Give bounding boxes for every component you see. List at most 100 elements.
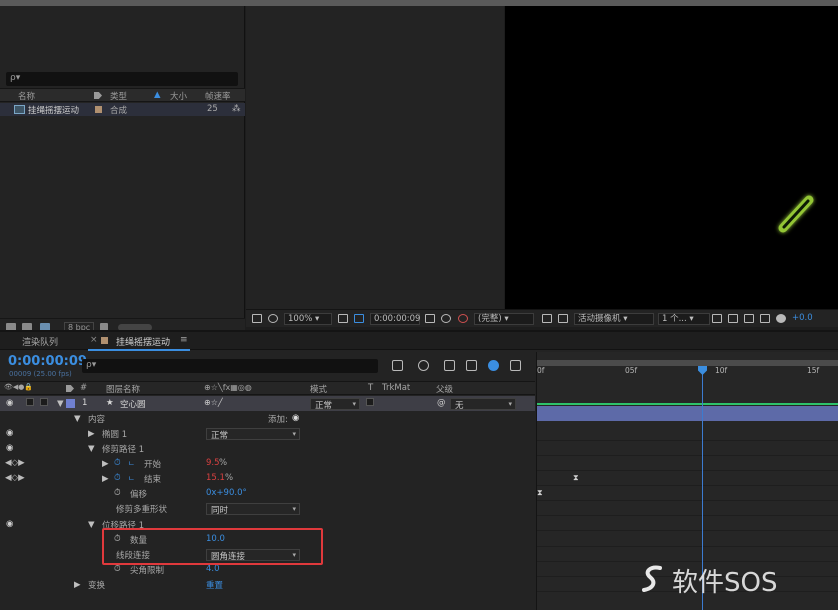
work-area-bar[interactable]: [537, 360, 838, 366]
shy-layers-icon[interactable]: [444, 360, 455, 371]
label-color-swatch[interactable]: [95, 106, 102, 113]
magnification-icon[interactable]: [252, 314, 262, 323]
project-search-input[interactable]: ρ▾: [6, 72, 238, 86]
pickwhip-icon[interactable]: @: [437, 398, 446, 408]
resolution-select[interactable]: (完整) ▾: [474, 313, 534, 325]
reset-exposure-icon[interactable]: [776, 314, 786, 323]
stopwatch-icon[interactable]: ⏱: [114, 564, 121, 574]
tab-render-queue[interactable]: 渲染队列: [22, 335, 58, 348]
trim-multiple-row[interactable]: 修剪多重形状 同时 ▾: [0, 501, 535, 516]
parent-select[interactable]: 无 ▾: [450, 398, 516, 411]
miter-limit-value[interactable]: 4.0: [206, 564, 220, 574]
expand-triangle-icon[interactable]: ▼: [74, 414, 81, 424]
show-snapshot-icon[interactable]: [441, 314, 451, 323]
current-time-indicator[interactable]: [698, 366, 707, 375]
visibility-eye-icon[interactable]: ◉: [6, 398, 13, 408]
layer-name[interactable]: 空心圆: [120, 398, 146, 410]
views-select[interactable]: 1 个... ▾: [658, 313, 710, 325]
keyframe-navigator-icon[interactable]: ◀◇▶: [5, 458, 25, 468]
switches-icons[interactable]: ⊕☆╲fx▦◎◍: [204, 383, 252, 392]
motion-blur-icon[interactable]: [488, 360, 499, 371]
timeline-icon[interactable]: [744, 314, 754, 323]
grid-icon[interactable]: [338, 314, 348, 323]
solo-switch[interactable]: [40, 398, 48, 406]
blend-mode-select[interactable]: 正常 ▾: [310, 398, 360, 411]
label-tag-icon[interactable]: [66, 385, 74, 392]
ellipse-mode-select[interactable]: 正常 ▾: [206, 428, 300, 441]
col-num[interactable]: #: [80, 383, 87, 393]
layer-duration-bar[interactable]: [537, 406, 838, 421]
expand-triangle-icon[interactable]: ▼: [57, 399, 64, 409]
audio-switch[interactable]: [26, 398, 34, 406]
expand-triangle-icon[interactable]: ▼: [88, 444, 95, 454]
display-icon[interactable]: [268, 314, 278, 323]
col-mode[interactable]: 模式: [310, 383, 327, 395]
expand-triangle-icon[interactable]: ▼: [88, 520, 95, 530]
tab-composition[interactable]: 挂绳摇摆运动: [116, 335, 170, 348]
current-time-display[interactable]: 0:00:00:09: [8, 354, 87, 369]
visibility-eye-icon[interactable]: ◉: [6, 428, 13, 438]
zoom-select[interactable]: 100% ▾: [284, 313, 332, 325]
collapse-triangle-icon[interactable]: ▶: [102, 459, 109, 469]
keyframe-navigator-icon[interactable]: ◀◇▶: [5, 473, 25, 483]
graph-icon[interactable]: ㄴ: [128, 458, 135, 469]
collapse-triangle-icon[interactable]: ▶: [102, 474, 109, 484]
close-icon[interactable]: ×: [90, 335, 98, 345]
start-value[interactable]: 9.5: [206, 458, 220, 468]
ellipse-row[interactable]: ◉ ▶ 椭圆 1 正常 ▾: [0, 426, 535, 441]
trim-multiple-select[interactable]: 同时 ▾: [206, 503, 300, 516]
col-name[interactable]: 名称: [18, 90, 35, 102]
fast-preview-icon[interactable]: [728, 314, 738, 323]
add-circle-icon[interactable]: ◉: [292, 413, 299, 423]
col-layer-name[interactable]: 图层名称: [106, 383, 140, 395]
composition-viewer[interactable]: [505, 6, 838, 309]
project-item[interactable]: 挂绳摇摆运动 合成 25 ⁂: [0, 103, 245, 116]
col-trkmat[interactable]: TrkMat: [382, 383, 410, 393]
stopwatch-icon[interactable]: ⏱: [114, 473, 121, 483]
offset-row[interactable]: ⏱ 偏移 0x+90.0°: [0, 486, 535, 501]
start-row[interactable]: ◀◇▶ ▶ ⏱ ㄴ 开始 9.5 %: [0, 456, 535, 471]
transform-row[interactable]: ▶ 变换 重置: [0, 577, 535, 592]
collapse-triangle-icon[interactable]: ▶: [88, 429, 95, 439]
col-type[interactable]: 类型: [110, 90, 127, 102]
visibility-eye-icon[interactable]: ◉: [6, 519, 13, 529]
col-size[interactable]: 大小: [170, 90, 187, 102]
transform-reset[interactable]: 重置: [206, 579, 223, 591]
draft-3d-icon[interactable]: [418, 360, 429, 371]
keyframe-icon[interactable]: ⧗: [573, 473, 579, 483]
flowchart-icon[interactable]: ⁂: [232, 104, 241, 114]
label-tag-icon[interactable]: [94, 92, 102, 99]
layer-label-swatch[interactable]: [66, 399, 75, 408]
exposure-value[interactable]: +0.0: [792, 313, 813, 323]
graph-editor-icon[interactable]: [510, 360, 521, 371]
keyframe-icon[interactable]: ⧗: [537, 488, 543, 498]
stopwatch-icon[interactable]: ⏱: [114, 488, 121, 498]
mask-icon[interactable]: [354, 314, 364, 323]
col-t[interactable]: T: [368, 383, 373, 393]
camera-select[interactable]: 活动摄像机 ▾: [574, 313, 654, 325]
graph-icon[interactable]: ㄴ: [128, 473, 135, 484]
tab-menu-icon[interactable]: ≡: [180, 335, 188, 345]
toggle-pixel-icon[interactable]: [712, 314, 722, 323]
viewer-timecode[interactable]: 0:00:00:09: [370, 313, 420, 325]
av-features-icons[interactable]: 👁◀●🔒: [4, 383, 33, 391]
layer-search-input[interactable]: ρ▾: [82, 359, 378, 373]
comp-mini-flowchart-icon[interactable]: [392, 360, 403, 371]
color-channels-icon[interactable]: [458, 314, 468, 323]
layer-row[interactable]: ◉ ▼ 1 ★ 空心圆 ⊕☆╱ 正常 ▾ @ 无 ▾: [0, 396, 535, 411]
stopwatch-icon[interactable]: ⏱: [114, 458, 121, 468]
sort-up-icon[interactable]: ▲: [154, 90, 161, 100]
col-fps[interactable]: 帧速率: [205, 90, 231, 102]
preserve-transparency-switch[interactable]: [366, 398, 374, 406]
flowchart-icon[interactable]: [760, 314, 770, 323]
contents-row[interactable]: ▼ 内容 添加: ◉: [0, 411, 535, 426]
layer-switches[interactable]: ⊕☆╱: [204, 398, 223, 407]
region-of-interest-icon[interactable]: [542, 314, 552, 323]
visibility-eye-icon[interactable]: ◉: [6, 443, 13, 453]
trim-paths-row[interactable]: ◉ ▼ 修剪路径 1: [0, 441, 535, 456]
collapse-triangle-icon[interactable]: ▶: [74, 580, 81, 590]
transparency-grid-icon[interactable]: [558, 314, 568, 323]
camera-icon[interactable]: [425, 314, 435, 323]
end-value[interactable]: 15.1: [206, 473, 225, 483]
col-parent[interactable]: 父级: [436, 383, 453, 395]
